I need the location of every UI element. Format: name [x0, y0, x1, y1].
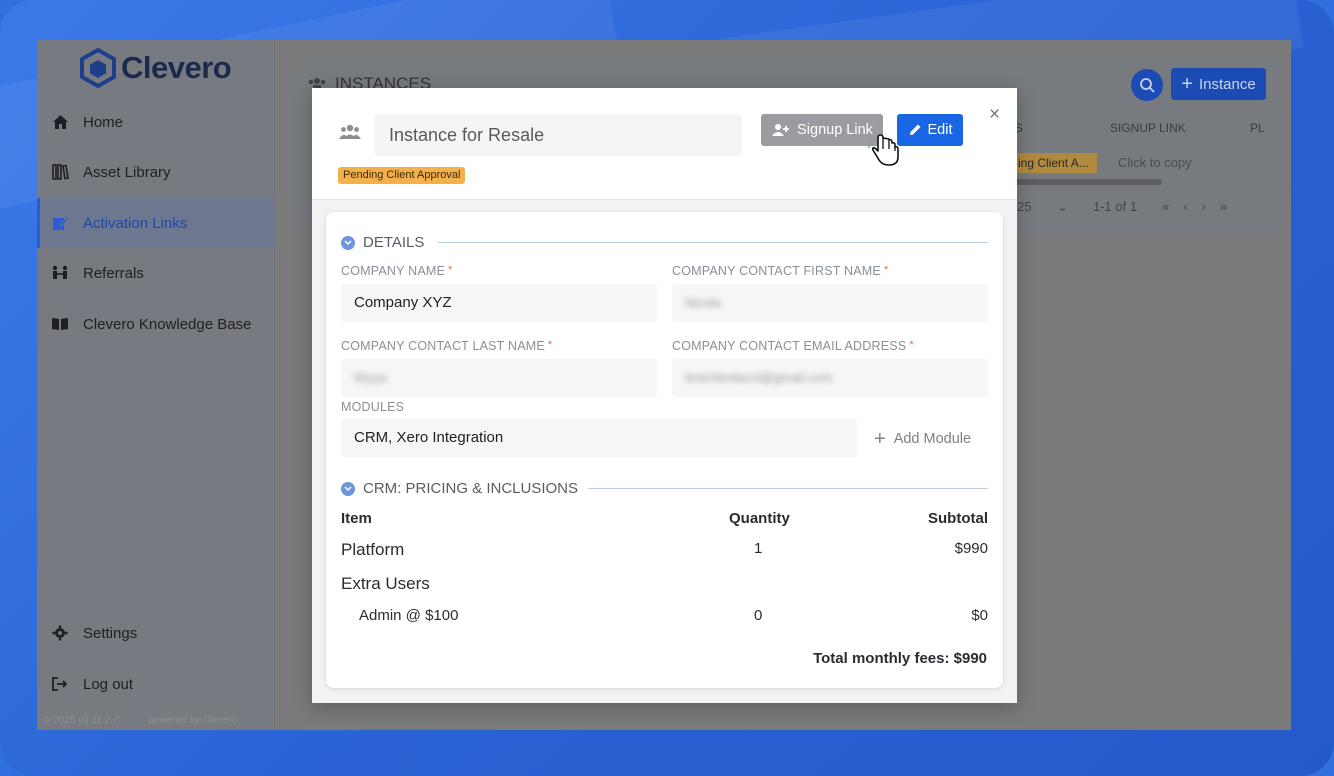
first-name-field[interactable]: Nicola [672, 284, 988, 322]
horizontal-scrollbar[interactable] [1014, 179, 1162, 185]
settings-label: Settings [83, 624, 138, 642]
signup-link-button[interactable]: Signup Link [761, 114, 883, 146]
library-icon [51, 163, 69, 181]
details-section-header[interactable]: DETAILS [341, 234, 424, 251]
clevero-logo-icon [80, 48, 116, 88]
sidebar-item-label: Referrals [83, 264, 144, 282]
details-card: DETAILS COMPANY NAME * Company XYZ COMPAN… [326, 212, 1003, 688]
sidebar-item-referrals[interactable]: Referrals [37, 248, 275, 298]
required-marker: * [547, 339, 553, 351]
column-header: SIGNUP LINK [1110, 121, 1186, 135]
email-label: COMPANY CONTACT EMAIL ADDRESS * [672, 339, 914, 353]
last-name-field[interactable]: Wyya [341, 359, 657, 397]
sidebar-item-label: Home [83, 113, 124, 131]
table-header-quantity: Quantity [729, 510, 790, 527]
table-row-item: Platform [341, 540, 405, 559]
modal-body: DETAILS COMPANY NAME * Company XYZ COMPAN… [312, 200, 1017, 703]
column-header: PL [1250, 121, 1265, 135]
sidebar-item-label: Activation Links [83, 214, 188, 232]
brand-logo[interactable]: Clevero [79, 48, 232, 88]
section-divider [588, 488, 988, 489]
first-name-label: COMPANY CONTACT FIRST NAME * [672, 264, 889, 278]
search-icon [1140, 78, 1155, 93]
company-name-label: COMPANY NAME * [341, 264, 453, 278]
activation-link-icon [51, 214, 69, 232]
search-button[interactable] [1131, 69, 1163, 101]
total-monthly-fees: Total monthly fees: $990 [813, 650, 987, 667]
sidebar-item-home[interactable]: Home [37, 97, 275, 147]
sidebar-item-settings[interactable]: Settings [37, 608, 275, 658]
status-chip: ing Client A... [1014, 153, 1097, 173]
sidebar-item-label: Clevero Knowledge Base [83, 315, 252, 333]
modal-header: Instance for Resale Signup Link Edit × P… [312, 88, 1017, 200]
brand-name: Clevero [121, 50, 232, 85]
table-row-subtotal: $990 [954, 540, 988, 557]
home-icon [51, 113, 69, 131]
add-module-button[interactable]: + Add Module [874, 429, 971, 449]
required-marker: * [448, 264, 453, 276]
table-row-item: Extra Users [341, 574, 430, 593]
table-row-quantity: 1 [754, 540, 763, 557]
instance-modal: Instance for Resale Signup Link Edit × P… [312, 88, 1017, 703]
chevron-down-icon [341, 235, 355, 250]
modules-field[interactable]: CRM, Xero Integration [341, 419, 857, 457]
sidebar-item-label: Asset Library [83, 163, 171, 181]
pencil-icon [909, 124, 920, 135]
chevron-down-icon [341, 481, 355, 496]
new-instance-button[interactable]: + Instance [1171, 68, 1266, 100]
sidebar-item-activation-links[interactable]: Activation Links [37, 198, 275, 248]
users-icon [339, 124, 361, 145]
required-marker: * [883, 264, 889, 276]
plus-icon: + [874, 428, 886, 450]
logout-label: Log out [83, 675, 134, 693]
powered-by-text: powered by Clevero [148, 715, 238, 726]
edit-button[interactable]: Edit [897, 114, 963, 146]
add-user-icon [772, 124, 790, 136]
table-header-item: Item [341, 510, 372, 527]
signup-link-copy[interactable]: Click to copy [1118, 155, 1192, 170]
email-field[interactable]: testclientacct@gmail.com [672, 359, 988, 397]
version-footer: © 2025 v3.11.2.7 powered by Clevero [43, 715, 238, 726]
last-name-label: COMPANY CONTACT LAST NAME * [341, 339, 553, 353]
pricing-section-header[interactable]: CRM: PRICING & INCLUSIONS [341, 480, 578, 497]
required-marker: * [909, 339, 914, 351]
version-text: © 2025 v3.11.2.7 [43, 715, 119, 726]
book-icon [51, 315, 69, 333]
app-window: Clevero Home Asset Library Activation Li… [37, 40, 1291, 730]
status-badge: Pending Client Approval [338, 167, 466, 184]
plus-icon: + [1181, 73, 1193, 95]
sidebar-item-knowledge-base[interactable]: Clevero Knowledge Base [37, 299, 275, 349]
logout-icon [51, 675, 69, 693]
gear-icon [51, 624, 69, 642]
section-divider [438, 242, 988, 243]
pager-range: 1-1 of 1 [1093, 199, 1138, 214]
table-header-subtotal: Subtotal [928, 510, 988, 527]
pager-nav-icons[interactable]: «‹›» [1162, 199, 1241, 214]
table-row-item: Admin @ $100 [359, 607, 459, 624]
instance-name-field[interactable]: Instance for Resale [374, 114, 742, 156]
company-name-field[interactable]: Company XYZ [341, 284, 657, 322]
table-row-quantity: 0 [754, 607, 763, 624]
close-button[interactable]: × [989, 104, 1000, 126]
sidebar: Clevero Home Asset Library Activation Li… [37, 40, 275, 730]
page-size-select[interactable]: 25 [1017, 199, 1031, 214]
referrals-icon [51, 264, 69, 282]
logout-button[interactable]: Log out [37, 659, 275, 709]
hand-cursor-icon [867, 134, 904, 173]
chevron-down-icon: ⌄ [1057, 199, 1068, 214]
sidebar-item-asset-library[interactable]: Asset Library [37, 147, 275, 197]
table-row-subtotal: $0 [971, 607, 988, 624]
modules-label: MODULES [341, 400, 405, 414]
